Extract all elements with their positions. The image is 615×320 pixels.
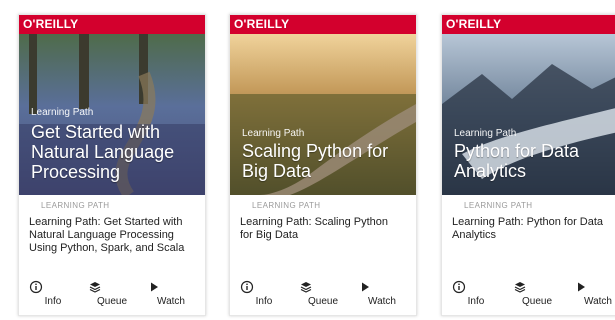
cover-kicker: Learning Path — [31, 107, 94, 118]
course-title[interactable]: Learning Path: Python for Data Analytics — [452, 216, 615, 242]
brand-logo: O'REILLY — [230, 15, 416, 34]
card-actions: Info Queue Watch — [442, 275, 615, 307]
course-title[interactable]: Learning Path: Get Started with Natural … — [29, 216, 189, 255]
queue-label: Queue — [521, 296, 553, 307]
cover-kicker: Learning Path — [242, 128, 305, 139]
cover-title: Scaling Python for Big Data — [242, 141, 389, 181]
card-actions: Info Queue Watch — [19, 275, 205, 307]
course-card[interactable]: O'REILLY Learning Path Scaling Python fo… — [229, 14, 417, 316]
watch-button[interactable]: Watch — [358, 280, 406, 307]
info-button[interactable]: Info — [240, 280, 288, 307]
queue-button[interactable]: Queue — [513, 280, 561, 307]
play-icon — [578, 282, 585, 292]
queue-button[interactable]: Queue — [88, 280, 136, 307]
play-icon — [362, 282, 369, 292]
info-label: Info — [255, 296, 273, 307]
cover-title: Get Started with Natural Language Proces… — [31, 122, 175, 182]
info-label: Info — [467, 296, 485, 307]
watch-label: Watch — [584, 296, 612, 307]
course-cover[interactable]: O'REILLY Learning Path Scaling Python fo… — [230, 15, 416, 195]
info-label: Info — [44, 296, 62, 307]
cover-title: Python for Data Analytics — [454, 141, 580, 181]
course-title[interactable]: Learning Path: Scaling Python for Big Da… — [240, 216, 400, 242]
queue-button[interactable]: Queue — [299, 280, 347, 307]
queue-icon — [514, 282, 526, 293]
queue-icon — [300, 282, 312, 293]
watch-label: Watch — [157, 296, 185, 307]
queue-icon — [89, 282, 101, 293]
watch-button[interactable]: Watch — [147, 280, 195, 307]
brand-logo: O'REILLY — [19, 15, 205, 34]
info-button[interactable]: Info — [29, 280, 77, 307]
card-actions: Info Queue Watch — [230, 275, 416, 307]
course-type-tag: LEARNING PATH — [41, 201, 110, 210]
info-icon — [29, 280, 43, 294]
course-type-tag: LEARNING PATH — [252, 201, 321, 210]
brand-logo: O'REILLY — [442, 15, 615, 34]
watch-button[interactable]: Watch — [574, 280, 615, 307]
play-icon — [151, 282, 158, 292]
info-icon — [452, 280, 466, 294]
course-cover[interactable]: O'REILLY Learning Path Python for Data A… — [442, 15, 615, 195]
queue-label: Queue — [96, 296, 128, 307]
course-card[interactable]: O'REILLY Learning Path Get Started with … — [18, 14, 206, 316]
info-button[interactable]: Info — [452, 280, 500, 307]
cover-kicker: Learning Path — [454, 128, 517, 139]
queue-label: Queue — [307, 296, 339, 307]
course-card[interactable]: O'REILLY Learning Path Python for Data A… — [441, 14, 615, 316]
info-icon — [240, 280, 254, 294]
course-type-tag: LEARNING PATH — [464, 201, 533, 210]
course-cover[interactable]: O'REILLY Learning Path Get Started with … — [19, 15, 205, 195]
watch-label: Watch — [368, 296, 396, 307]
